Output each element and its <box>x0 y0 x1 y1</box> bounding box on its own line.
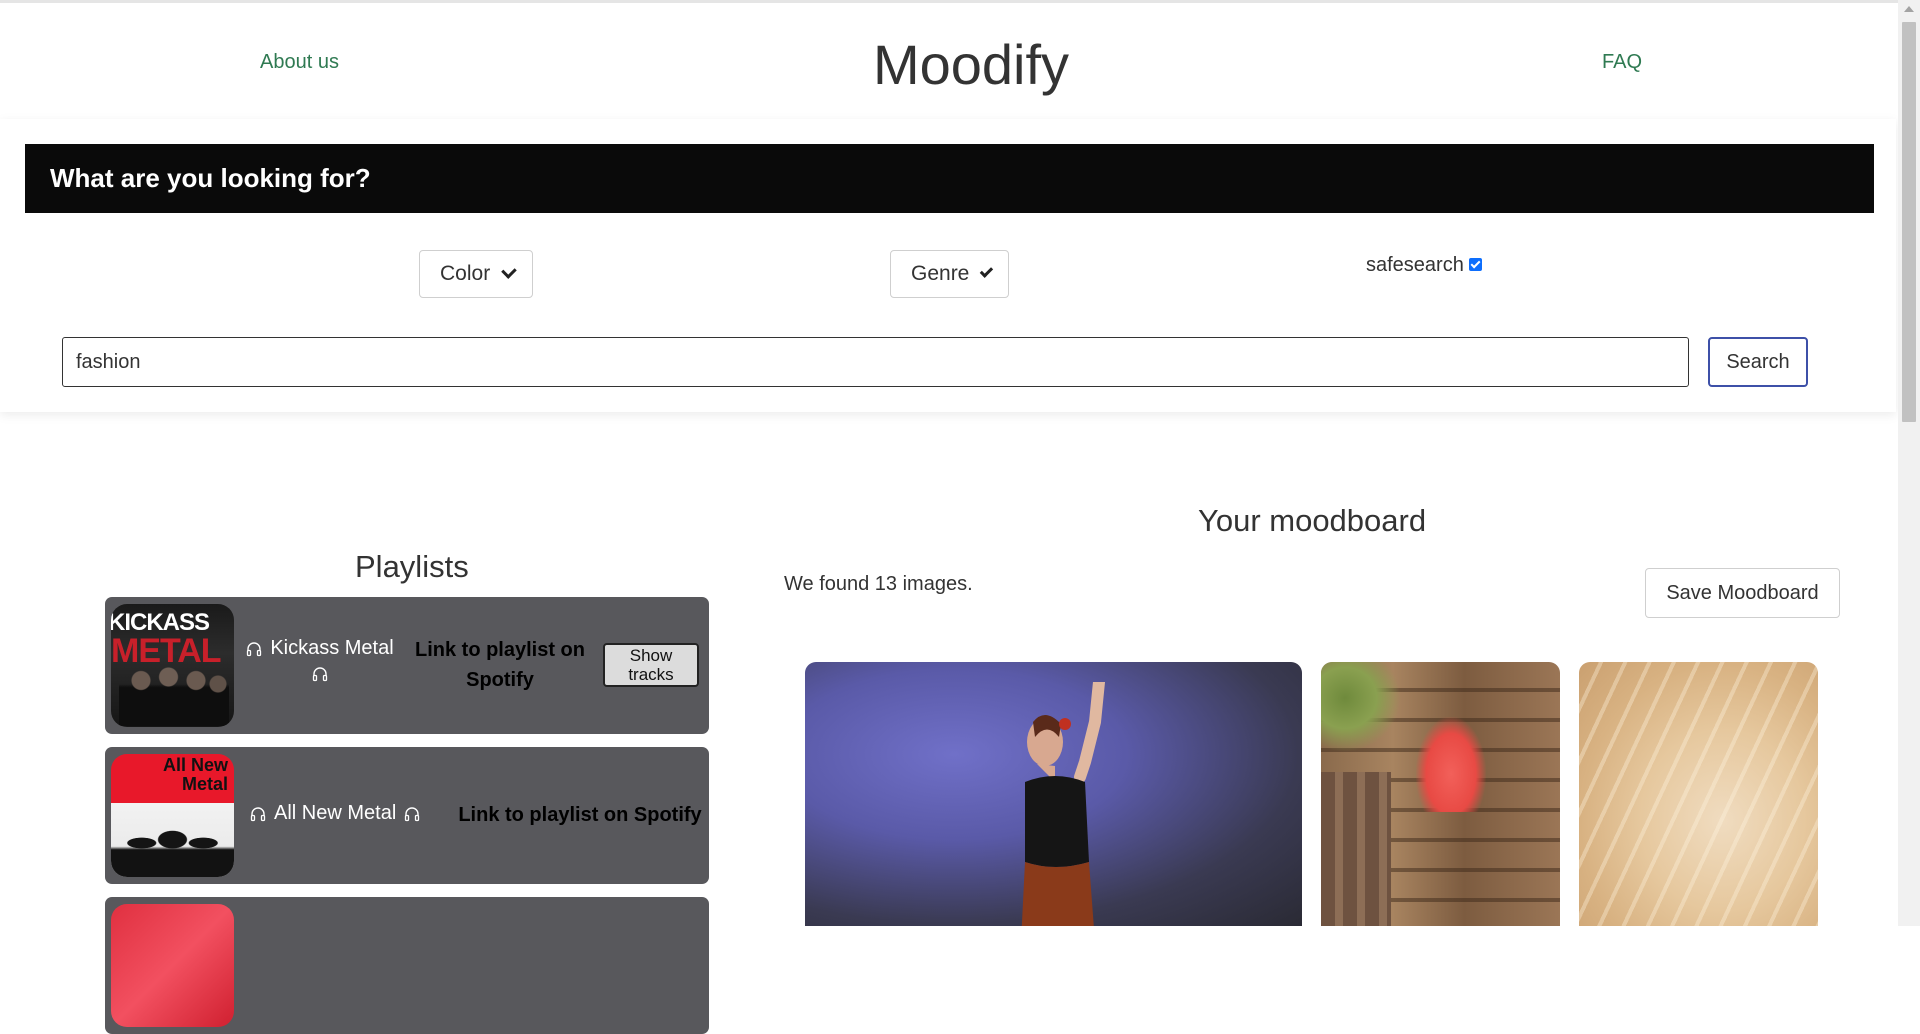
playlist-cover[interactable]: All New Metal <box>111 754 234 877</box>
playlist-card: All New Metal All New Metal Link to playl… <box>105 747 709 884</box>
color-select[interactable]: Color <box>419 250 533 298</box>
moodboard-image[interactable] <box>1321 662 1560 926</box>
chevron-down-icon <box>501 263 517 279</box>
girl-in-red-dress <box>1416 717 1486 812</box>
search-button[interactable]: Search <box>1708 337 1808 387</box>
safesearch-label: safesearch <box>1366 254 1464 276</box>
scroll-up-icon[interactable] <box>1904 6 1914 12</box>
cover-text: METAL <box>111 632 222 670</box>
genre-select[interactable]: Genre <box>890 250 1009 298</box>
scroll-thumb[interactable] <box>1902 22 1916 422</box>
search-input[interactable]: fashion <box>62 337 1689 387</box>
wheat-stalks <box>1579 662 1818 926</box>
playlists-title: Playlists <box>355 549 469 584</box>
save-moodboard-button[interactable]: Save Moodboard <box>1645 568 1840 618</box>
playlist-cover[interactable] <box>111 904 234 1027</box>
chevron-down-icon <box>980 264 994 278</box>
playlist-name-text: Kickass Metal <box>270 637 394 659</box>
show-tracks-button[interactable]: Show tracks <box>603 643 699 687</box>
top-border <box>0 0 1898 3</box>
image-count-text: We found 13 images. <box>784 573 973 595</box>
safesearch-checkbox[interactable] <box>1468 258 1482 271</box>
genre-select-value: Genre <box>911 262 970 285</box>
headphones-icon <box>250 806 266 821</box>
playlist-name: All New Metal <box>250 802 420 825</box>
faq-link[interactable]: FAQ <box>1602 51 1642 74</box>
playlist-cover[interactable]: KICKASS METAL <box>111 604 234 727</box>
moodboard-title: Your moodboard <box>1198 503 1427 538</box>
wooden-fence <box>1321 772 1391 926</box>
headphones-icon <box>247 641 262 656</box>
spotify-link[interactable]: Link to playlist on Spotify <box>455 800 705 830</box>
headphones-icon <box>312 667 328 682</box>
search-panel: What are you looking for? Color Genre sa… <box>0 119 1896 412</box>
cover-text: All New Metal <box>162 755 228 794</box>
playlist-name: Kickass Metal <box>240 637 400 682</box>
vertical-scrollbar[interactable] <box>1898 0 1920 926</box>
color-select-value: Color <box>440 262 491 285</box>
moodboard-image[interactable] <box>805 662 1302 926</box>
moodboard-image[interactable] <box>1579 662 1818 926</box>
headphones-icon <box>405 806 420 821</box>
dancer-figure <box>1021 682 1106 926</box>
spotify-link[interactable]: Link to playlist on Spotify <box>405 635 595 695</box>
playlist-card <box>105 897 709 1034</box>
playlist-card: KICKASS METAL Kickass Metal Link to play… <box>105 597 709 734</box>
playlist-name-text: All New Metal <box>274 802 397 824</box>
band-photo <box>111 809 234 877</box>
safesearch-toggle: safesearch <box>1366 254 1482 277</box>
foliage <box>1321 662 1401 752</box>
search-heading: What are you looking for? <box>25 144 1874 213</box>
